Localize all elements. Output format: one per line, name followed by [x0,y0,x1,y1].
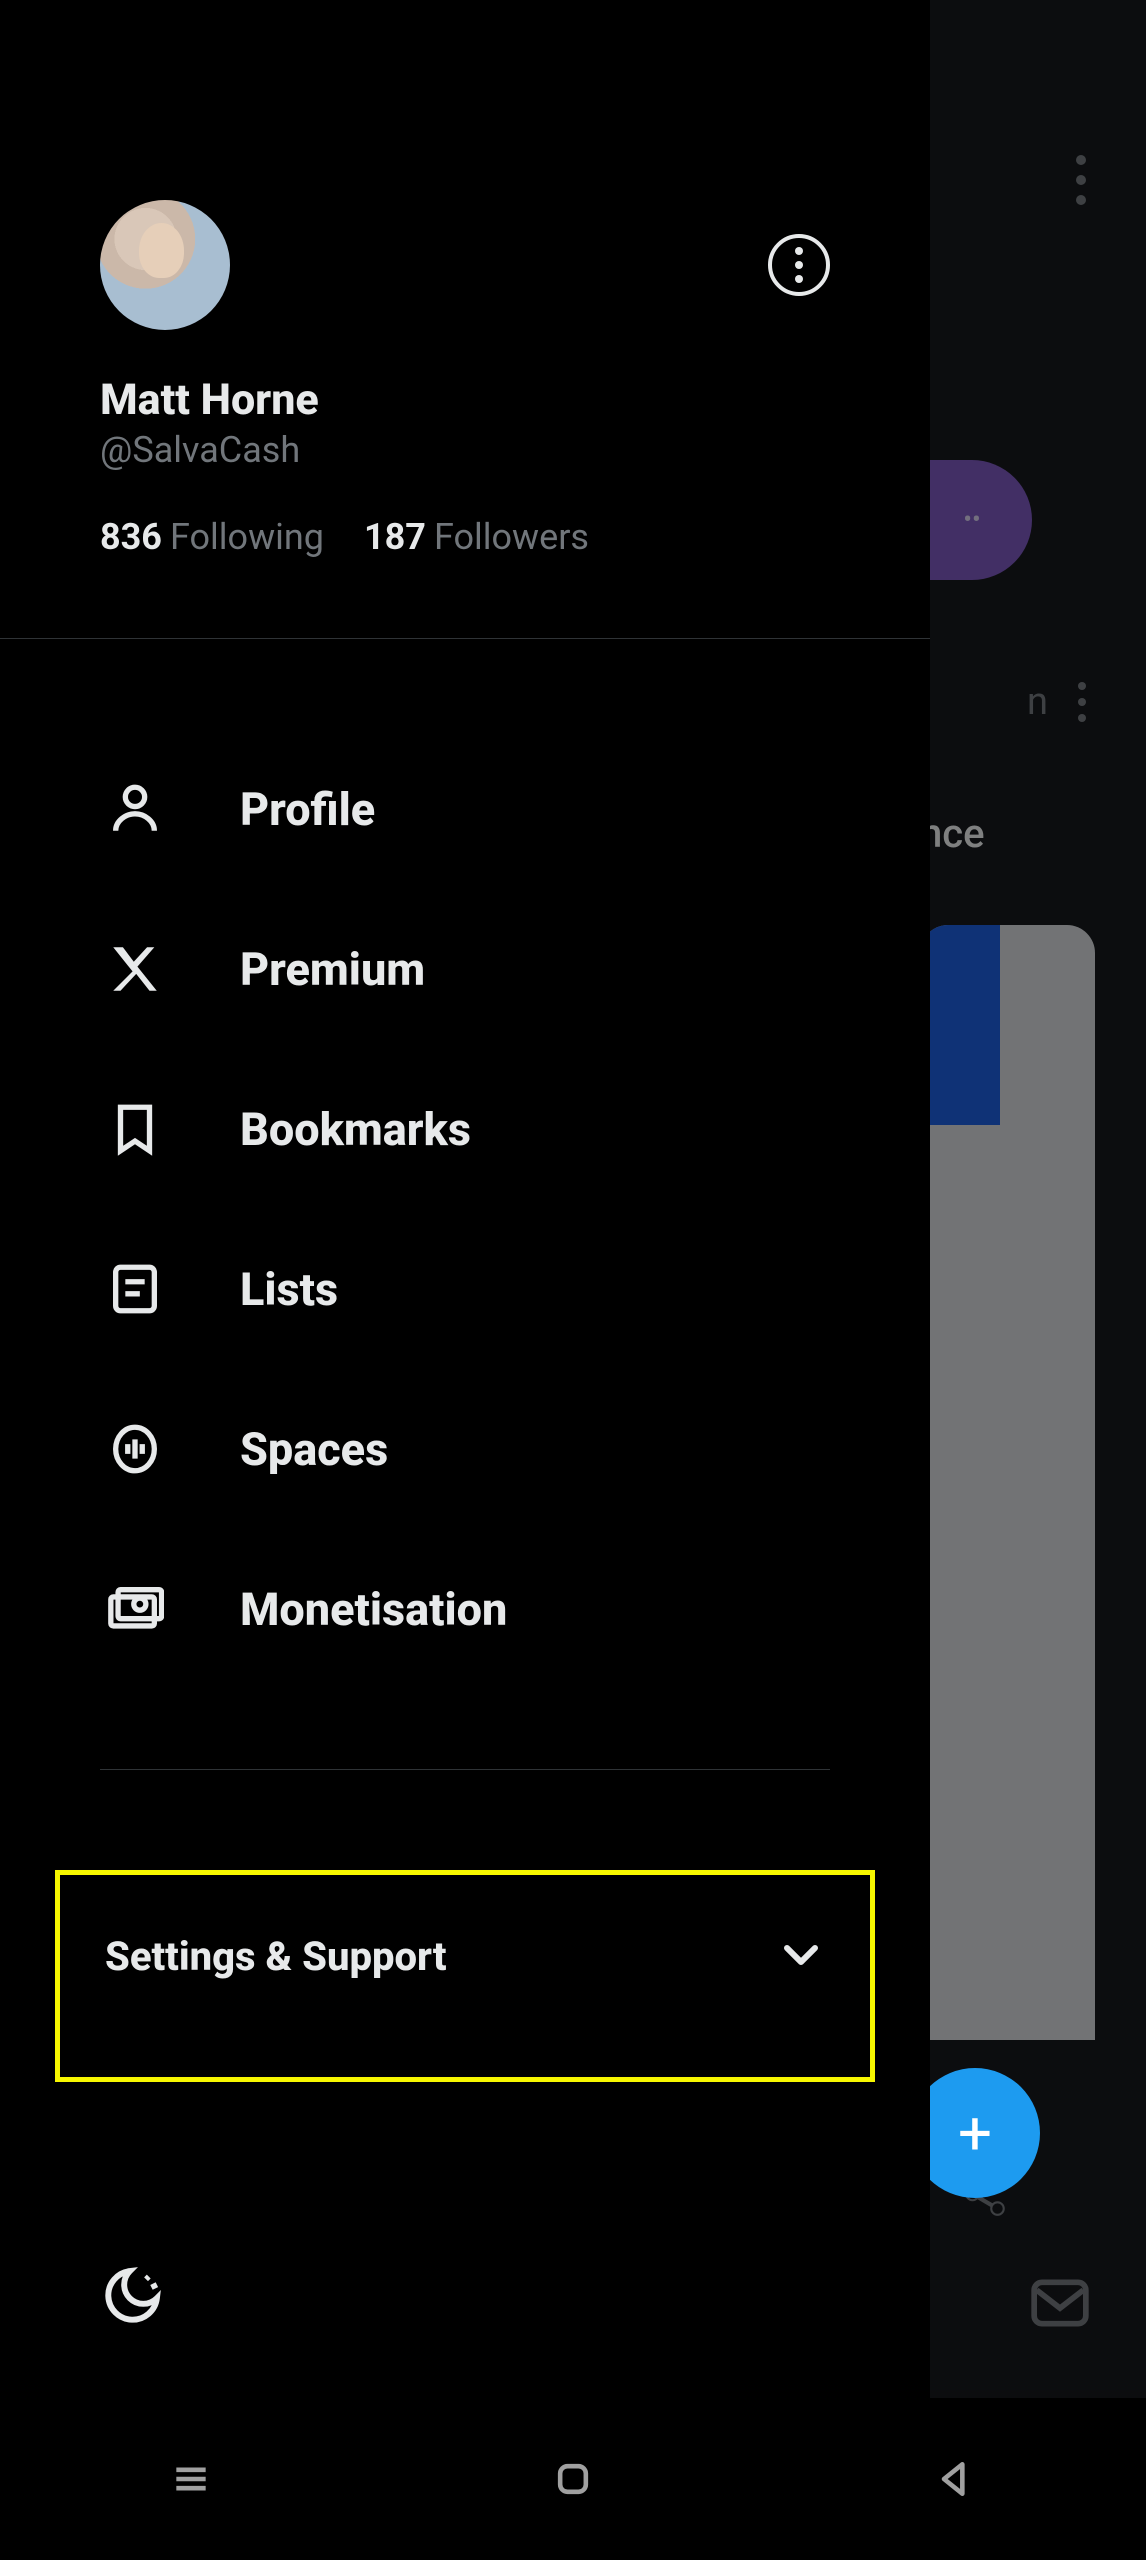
menu-label: Spaces [240,1423,388,1476]
followers-count: 187 [364,516,426,558]
following-link[interactable]: 836Following [100,516,324,558]
background-app: •• n nce + [930,0,1146,2398]
menu-item-bookmarks[interactable]: Bookmarks [0,1049,930,1209]
chevron-down-icon [777,1930,825,1982]
menu-label: Profile [240,783,375,836]
menu: Profile Premium Bookmarks Lists Spaces [0,639,930,1689]
following-count: 836 [100,516,162,558]
bookmark-icon [100,1094,170,1164]
menu-item-profile[interactable]: Profile [0,729,930,889]
navigation-drawer: Matt Horne @SalvaCash 836Following 187Fo… [0,0,930,2398]
menu-item-premium[interactable]: Premium [0,889,930,1049]
divider [100,1769,830,1770]
person-icon [100,774,170,844]
menu-label: Bookmarks [240,1103,471,1156]
accounts-button[interactable] [768,234,830,296]
settings-support-label: Settings & Support [105,1933,447,1980]
money-icon [100,1574,170,1644]
list-icon [100,1254,170,1324]
menu-label: Lists [240,1263,338,1316]
home-button[interactable] [538,2444,608,2514]
avatar[interactable] [100,200,230,330]
x-logo-icon [100,934,170,1004]
following-label: Following [170,516,324,558]
android-nav-bar [0,2398,1146,2560]
dark-mode-toggle[interactable] [100,2263,165,2328]
microphone-icon [100,1414,170,1484]
followers-label: Followers [434,516,589,558]
display-name[interactable]: Matt Horne [100,375,830,425]
menu-item-settings-support[interactable]: Settings & Support [55,1870,875,2082]
recent-apps-button[interactable] [156,2444,226,2514]
followers-link[interactable]: 187Followers [364,516,589,558]
menu-item-spaces[interactable]: Spaces [0,1369,930,1529]
menu-label: Premium [240,943,425,996]
back-button[interactable] [920,2444,990,2514]
menu-item-monetisation[interactable]: Monetisation [0,1529,930,1689]
menu-item-lists[interactable]: Lists [0,1209,930,1369]
handle[interactable]: @SalvaCash [100,429,830,471]
menu-label: Monetisation [240,1583,507,1636]
